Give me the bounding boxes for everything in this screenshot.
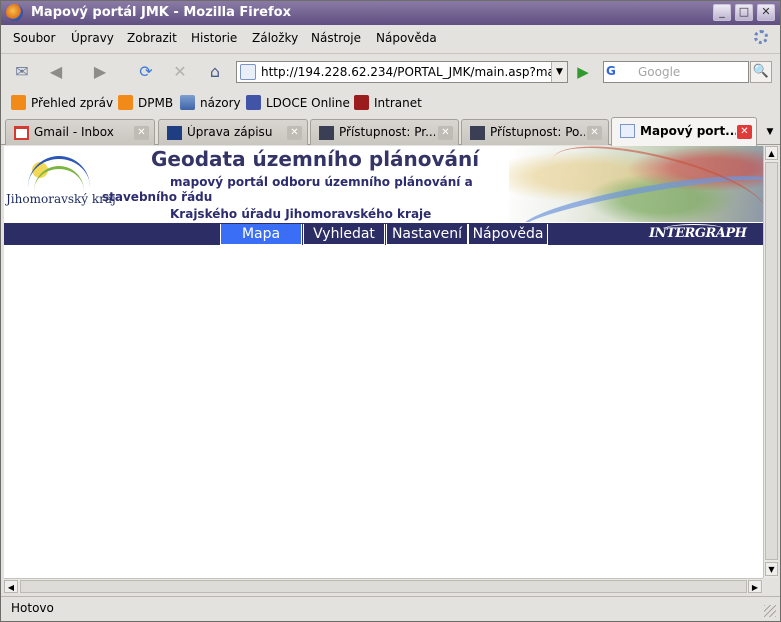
scroll-right-button[interactable]: ▶ — [748, 580, 762, 593]
scroll-left-button[interactable]: ◀ — [4, 580, 18, 593]
vertical-scroll-thumb[interactable] — [765, 162, 778, 560]
fist-icon — [354, 95, 369, 110]
tab-label: Přístupnost: Po... — [490, 125, 585, 139]
browser-window: Mapový portál JMK - Mozilla Firefox _ □ … — [0, 0, 781, 622]
tab-label: Gmail - Inbox — [34, 125, 114, 139]
search-engine-icon[interactable]: G — [606, 64, 636, 80]
bookmark-nazory[interactable]: názory — [180, 95, 241, 110]
tab-close-icon[interactable]: ✕ — [587, 126, 602, 140]
tab-label: Úprava zápisu — [187, 125, 273, 139]
page-subtitle-line3: Krajského úřadu Jihomoravského kraje — [170, 207, 432, 221]
tab-close-icon[interactable]: ✕ — [737, 125, 752, 139]
menu-zalozky[interactable]: Záložky — [252, 31, 298, 45]
reload-button[interactable]: ⟳ — [135, 61, 157, 81]
rss-icon — [11, 95, 26, 110]
search-button[interactable]: 🔍 — [750, 61, 772, 83]
bookmark-ldoce-online[interactable]: LDOCE Online — [246, 95, 350, 110]
scroll-up-button[interactable]: ▲ — [765, 146, 778, 160]
bookmark-label: Přehled zpráv — [31, 95, 114, 110]
menu-zobrazit[interactable]: Zobrazit — [127, 31, 177, 45]
url-text[interactable]: http://194.228.62.234/PORTAL_JMK/main.as… — [261, 65, 551, 79]
tab-close-icon[interactable]: ✕ — [438, 126, 453, 140]
title-bar: Mapový portál JMK - Mozilla Firefox _ □ … — [1, 1, 780, 25]
nav-tab-vyhledat[interactable]: Vyhledat — [303, 224, 385, 245]
activity-throbber-icon — [754, 30, 768, 44]
tab-close-icon[interactable]: ✕ — [287, 126, 302, 140]
minimize-button[interactable]: _ — [713, 4, 731, 21]
ldoce-icon — [246, 95, 261, 110]
menu-soubor[interactable]: Soubor — [13, 31, 55, 45]
tab-label: Mapový port... — [640, 124, 736, 138]
menu-napoveda[interactable]: Nápověda — [376, 31, 437, 45]
url-dropdown-button[interactable]: ▼ — [551, 62, 567, 82]
logo-text: Jihomoravský kraj — [6, 192, 116, 206]
maximize-button[interactable]: □ — [735, 4, 753, 21]
stop-button[interactable]: ✕ — [169, 61, 191, 81]
horizontal-scroll-thumb[interactable] — [20, 580, 747, 593]
accessibility-icon — [319, 126, 334, 140]
scroll-down-button[interactable]: ▼ — [765, 562, 778, 576]
firefox-icon — [6, 4, 23, 21]
page-subtitle-line2: stavebního řádu — [102, 190, 213, 204]
tab-pristupnost-pr[interactable]: Přístupnost: Pr... ✕ — [310, 119, 459, 145]
bookmark-label: Intranet — [374, 95, 422, 110]
folder-icon — [180, 95, 195, 110]
new-message-icon[interactable]: ✉ — [11, 61, 33, 81]
tab-pristupnost-po[interactable]: Přístupnost: Po... ✕ — [461, 119, 609, 145]
tab-strip: Gmail - Inbox ✕ Úprava zápisu ✕ Přístupn… — [1, 117, 780, 146]
close-button[interactable]: ✕ — [757, 4, 775, 21]
scrollbar-corner — [763, 578, 778, 593]
tab-mapovy-portal[interactable]: Mapový port... ✕ — [611, 117, 757, 146]
gmail-icon — [14, 126, 29, 140]
nav-tab-mapa[interactable]: Mapa — [220, 224, 302, 245]
page-favicon-icon — [240, 64, 256, 80]
bookmark-dpmb[interactable]: DPMB — [118, 95, 173, 110]
menu-bar: Soubor Úpravy Zobrazit Historie Záložky … — [1, 26, 780, 50]
horizontal-scrollbar[interactable]: ◀ ▶ — [4, 578, 763, 593]
page-header: Jihomoravský kraj Geodata územního pláno… — [4, 146, 763, 223]
vertical-scrollbar[interactable]: ▲ ▼ — [763, 146, 778, 578]
page-icon — [620, 124, 635, 138]
bookmark-label: názory — [200, 95, 241, 110]
menu-historie[interactable]: Historie — [191, 31, 237, 45]
intergraph-logo: INTERGRAPH — [649, 226, 747, 241]
bookmarks-toolbar: Přehled zpráv DPMB názory LDOCE Online I… — [1, 91, 780, 115]
page-title: Geodata územního plánování — [151, 147, 480, 171]
edit-icon — [167, 126, 182, 140]
navigation-toolbar: ✉ ◀ ▶ ⟳ ✕ ⌂ http://194.228.62.234/PORTAL… — [1, 53, 780, 89]
page-subtitle-line1: mapový portál odboru územního plánování … — [170, 175, 473, 189]
tab-close-icon[interactable]: ✕ — [134, 126, 149, 140]
tab-gmail-inbox[interactable]: Gmail - Inbox ✕ — [5, 119, 155, 145]
menu-upravy[interactable]: Úpravy — [71, 31, 114, 45]
go-button[interactable]: ▶ — [573, 63, 593, 81]
bookmark-intranet[interactable]: Intranet — [354, 95, 422, 110]
bookmark-label: DPMB — [138, 95, 174, 110]
tab-uprava-zapisu[interactable]: Úprava zápisu ✕ — [158, 119, 308, 145]
page-content: Jihomoravský kraj Geodata územního pláno… — [4, 146, 763, 578]
status-text: Hotovo — [11, 601, 54, 615]
status-bar: Hotovo — [1, 596, 780, 621]
home-button[interactable]: ⌂ — [204, 61, 226, 81]
search-placeholder: Google — [638, 65, 681, 79]
search-bar[interactable]: G Google — [603, 61, 749, 83]
menu-nastroje[interactable]: Nástroje — [311, 31, 361, 45]
forward-button[interactable]: ▶ — [89, 61, 111, 81]
tab-label: Přístupnost: Pr... — [339, 125, 435, 139]
url-bar[interactable]: http://194.228.62.234/PORTAL_JMK/main.as… — [236, 61, 568, 83]
window-title: Mapový portál JMK - Mozilla Firefox — [31, 5, 291, 20]
nav-tab-nastaveni[interactable]: Nastavení — [386, 224, 468, 245]
tab-list-button[interactable]: ▼ — [761, 121, 779, 143]
accessibility-icon — [470, 126, 485, 140]
back-button[interactable]: ◀ — [45, 61, 67, 81]
resize-grip-icon[interactable] — [764, 605, 776, 617]
bookmark-prehled-zprav[interactable]: Přehled zpráv — [11, 95, 113, 110]
header-map-image — [509, 146, 763, 222]
bookmark-label: LDOCE Online — [266, 95, 350, 110]
portal-nav-bar: Mapa Vyhledat Nastavení Nápověda INTERGR… — [4, 223, 763, 245]
rss-icon — [118, 95, 133, 110]
nav-tab-napoveda[interactable]: Nápověda — [468, 224, 548, 245]
